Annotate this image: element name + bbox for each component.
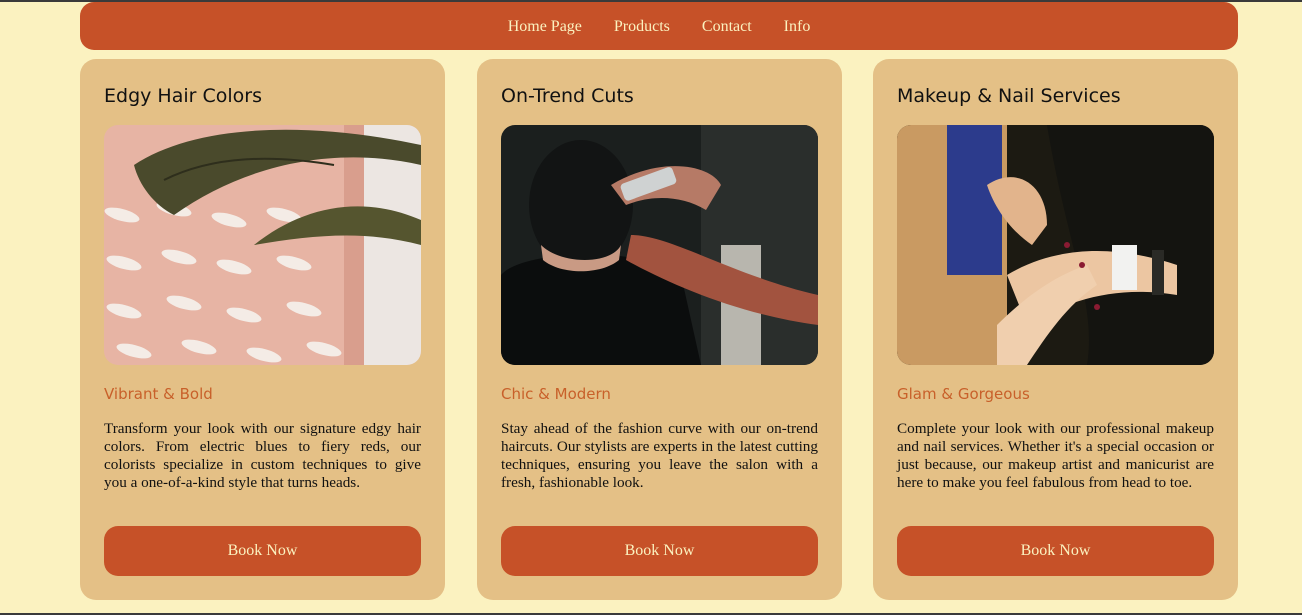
card-title: Edgy Hair Colors — [104, 85, 262, 107]
service-card-hair-colors: Edgy Hair Colors Vibrant & Bold Transfor… — [80, 59, 445, 600]
nav-link-home-page[interactable]: Home Page — [508, 19, 582, 35]
book-now-button[interactable]: Book Now — [897, 526, 1214, 576]
book-now-button[interactable]: Book Now — [104, 526, 421, 576]
card-subtitle: Chic & Modern — [501, 385, 611, 403]
card-subtitle: Vibrant & Bold — [104, 385, 213, 403]
service-card-makeup-nails: Makeup & Nail Services Glam & Gorgeous C… — [873, 59, 1238, 600]
card-subtitle: Glam & Gorgeous — [897, 385, 1030, 403]
nav-link-info[interactable]: Info — [784, 19, 811, 35]
nav-link-products[interactable]: Products — [614, 19, 670, 35]
card-title: Makeup & Nail Services — [897, 85, 1121, 107]
barber-haircut-photo — [501, 125, 818, 365]
hair-dryer-wall-photo — [104, 125, 421, 365]
page: Home Page Products Contact Info Edgy Hai… — [0, 2, 1302, 613]
card-description: Transform your look with our signature e… — [104, 420, 421, 491]
book-now-button[interactable]: Book Now — [501, 526, 818, 576]
service-card-on-trend-cuts: On-Trend Cuts Chic & Modern Stay ahead o… — [477, 59, 842, 600]
top-navigation: Home Page Products Contact Info — [80, 2, 1238, 50]
card-description: Stay ahead of the fashion curve with our… — [501, 420, 818, 491]
card-description: Complete your look with our professional… — [897, 420, 1214, 491]
nav-link-contact[interactable]: Contact — [702, 19, 752, 35]
card-title: On-Trend Cuts — [501, 85, 634, 107]
nail-polish-manicure-photo — [897, 125, 1214, 365]
